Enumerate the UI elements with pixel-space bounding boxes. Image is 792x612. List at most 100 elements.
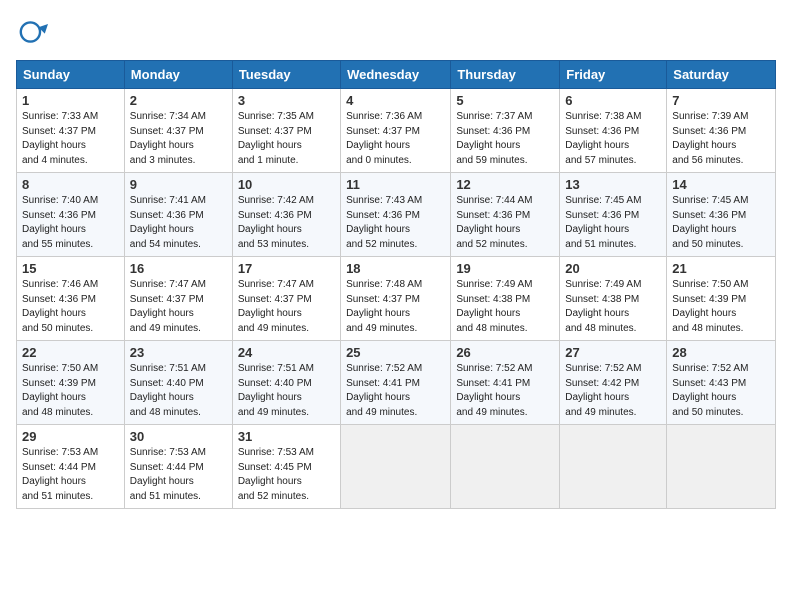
daylight-hours-value: and 49 minutes. bbox=[346, 323, 417, 334]
sunrise-info: Sunrise: 7:33 AM bbox=[22, 111, 98, 122]
calendar-cell bbox=[341, 425, 451, 509]
calendar-week-row: 1 Sunrise: 7:33 AM Sunset: 4:37 PM Daylight… bbox=[17, 89, 776, 173]
daylight-hours-label: Daylight hours bbox=[22, 392, 86, 403]
calendar-cell: 26Sunrise: 7:52 AMSunset: 4:41 PMDayligh… bbox=[451, 341, 560, 425]
calendar-cell bbox=[560, 425, 667, 509]
page-header bbox=[16, 16, 776, 48]
day-info: Sunrise: 7:49 AMSunset: 4:38 PMDaylight … bbox=[565, 278, 661, 336]
day-number: 5 bbox=[456, 93, 554, 108]
calendar-cell: 12Sunrise: 7:44 AMSunset: 4:36 PMDayligh… bbox=[451, 173, 560, 257]
daylight-hours-label: Daylight hours bbox=[672, 392, 736, 403]
day-number: 8 bbox=[22, 177, 119, 192]
calendar-cell: 27Sunrise: 7:52 AMSunset: 4:42 PMDayligh… bbox=[560, 341, 667, 425]
calendar-week-row: 22Sunrise: 7:50 AMSunset: 4:39 PMDayligh… bbox=[17, 341, 776, 425]
daylight-hours-value: and 51 minutes. bbox=[22, 491, 93, 502]
sunrise-info: Sunrise: 7:53 AM bbox=[238, 447, 314, 458]
day-number: 13 bbox=[565, 177, 661, 192]
day-info: Sunrise: 7:47 AMSunset: 4:37 PMDaylight … bbox=[238, 278, 335, 336]
day-info: Sunrise: 7:49 AMSunset: 4:38 PMDaylight … bbox=[456, 278, 554, 336]
day-of-week-header: Saturday bbox=[667, 61, 776, 89]
sunset-info: Sunset: 4:45 PM bbox=[238, 462, 312, 473]
sunrise-info: Sunrise: 7:46 AM bbox=[22, 279, 98, 290]
sunset-info: Sunset: 4:36 PM bbox=[238, 210, 312, 221]
day-of-week-header: Monday bbox=[124, 61, 232, 89]
logo-icon bbox=[16, 16, 48, 48]
daylight-hours-value: and 48 minutes. bbox=[22, 407, 93, 418]
sunset-info: Sunset: 4:41 PM bbox=[456, 378, 530, 389]
daylight-hours-value: and 4 minutes. bbox=[22, 155, 88, 166]
daylight-hours-value: and 56 minutes. bbox=[672, 155, 743, 166]
sunset-info: Sunset: 4:37 PM bbox=[238, 126, 312, 137]
daylight-hours-label: Daylight hours bbox=[346, 392, 410, 403]
day-number: 30 bbox=[130, 429, 227, 444]
daylight-hours-value: and 50 minutes. bbox=[22, 323, 93, 334]
calendar-cell: 28Sunrise: 7:52 AMSunset: 4:43 PMDayligh… bbox=[667, 341, 776, 425]
calendar-week-row: 8 Sunrise: 7:40 AM Sunset: 4:36 PM Daylight… bbox=[17, 173, 776, 257]
logo bbox=[16, 16, 52, 48]
daylight-hours-value: and 49 minutes. bbox=[238, 323, 309, 334]
calendar-cell: 5Sunrise: 7:37 AMSunset: 4:36 PMDaylight… bbox=[451, 89, 560, 173]
daylight-hours-label: Daylight hours bbox=[346, 308, 410, 319]
day-info: Sunrise: 7:53 AM Sunset: 4:45 PM Daylight … bbox=[238, 446, 335, 504]
daylight-hours-label: Daylight hours bbox=[130, 224, 194, 235]
daylight-hours-label: Daylight hours bbox=[238, 476, 302, 487]
sunset-info: Sunset: 4:37 PM bbox=[346, 126, 420, 137]
day-info: Sunrise: 7:36 AMSunset: 4:37 PMDaylight … bbox=[346, 110, 445, 168]
day-number: 1 bbox=[22, 93, 119, 108]
sunrise-info: Sunrise: 7:53 AM bbox=[130, 447, 206, 458]
daylight-hours-value: and 55 minutes. bbox=[22, 239, 93, 250]
sunrise-info: Sunrise: 7:50 AM bbox=[672, 279, 748, 290]
sunset-info: Sunset: 4:36 PM bbox=[22, 210, 96, 221]
daylight-hours-label: Daylight hours bbox=[456, 140, 520, 151]
daylight-hours-value: and 1 minute. bbox=[238, 155, 299, 166]
day-info: Sunrise: 7:53 AMSunset: 4:44 PMDaylight … bbox=[130, 446, 227, 504]
daylight-hours-value: and 54 minutes. bbox=[130, 239, 201, 250]
sunset-info: Sunset: 4:37 PM bbox=[238, 294, 312, 305]
day-number: 9 bbox=[130, 177, 227, 192]
day-number: 24 bbox=[238, 345, 335, 360]
day-info: Sunrise: 7:53 AMSunset: 4:44 PMDaylight … bbox=[22, 446, 119, 504]
day-number: 12 bbox=[456, 177, 554, 192]
calendar-cell: 1Sunrise: 7:33 AMSunset: 4:37 PMDaylight… bbox=[17, 89, 125, 173]
calendar-cell: 19Sunrise: 7:49 AMSunset: 4:38 PMDayligh… bbox=[451, 257, 560, 341]
day-info: Sunrise: 7:46 AMSunset: 4:36 PMDaylight … bbox=[22, 278, 119, 336]
day-of-week-header: Friday bbox=[560, 61, 667, 89]
calendar-cell: 13Sunrise: 7:45 AMSunset: 4:36 PMDayligh… bbox=[560, 173, 667, 257]
calendar-cell: 2Sunrise: 7:34 AMSunset: 4:37 PMDaylight… bbox=[124, 89, 232, 173]
day-info: Sunrise: 7:52 AMSunset: 4:42 PMDaylight … bbox=[565, 362, 661, 420]
day-info: Sunrise: 7:41 AMSunset: 4:36 PMDaylight … bbox=[130, 194, 227, 252]
sunrise-info: Sunrise: 7:40 AM bbox=[22, 195, 98, 206]
daylight-hours-value: and 3 minutes. bbox=[130, 155, 196, 166]
daylight-hours-label: Daylight hours bbox=[672, 140, 736, 151]
sunset-info: Sunset: 4:39 PM bbox=[672, 294, 746, 305]
daylight-hours-value: and 50 minutes. bbox=[672, 239, 743, 250]
daylight-hours-label: Daylight hours bbox=[22, 224, 86, 235]
sunset-info: Sunset: 4:36 PM bbox=[565, 210, 639, 221]
daylight-hours-label: Daylight hours bbox=[565, 308, 629, 319]
calendar-cell: 21Sunrise: 7:50 AMSunset: 4:39 PMDayligh… bbox=[667, 257, 776, 341]
sunrise-info: Sunrise: 7:52 AM bbox=[565, 363, 641, 374]
day-info: Sunrise: 7:38 AMSunset: 4:36 PMDaylight … bbox=[565, 110, 661, 168]
sunset-info: Sunset: 4:39 PM bbox=[22, 378, 96, 389]
daylight-hours-label: Daylight hours bbox=[22, 476, 86, 487]
sunset-info: Sunset: 4:38 PM bbox=[456, 294, 530, 305]
sunset-info: Sunset: 4:38 PM bbox=[565, 294, 639, 305]
day-info: Sunrise: 7:47 AMSunset: 4:37 PMDaylight … bbox=[130, 278, 227, 336]
day-info: Sunrise: 7:39 AMSunset: 4:36 PMDaylight … bbox=[672, 110, 770, 168]
calendar-table: SundayMondayTuesdayWednesdayThursdayFrid… bbox=[16, 60, 776, 509]
calendar-cell: 31Sunrise: 7:53 AMSunset: 4:45 PMDayligh… bbox=[232, 425, 340, 509]
daylight-hours-value: and 0 minutes. bbox=[346, 155, 412, 166]
day-info: Sunrise: 7:43 AMSunset: 4:36 PMDaylight … bbox=[346, 194, 445, 252]
day-info: Sunrise: 7:52 AMSunset: 4:41 PMDaylight … bbox=[456, 362, 554, 420]
sunrise-info: Sunrise: 7:48 AM bbox=[346, 279, 422, 290]
calendar-cell: 14Sunrise: 7:45 AMSunset: 4:36 PMDayligh… bbox=[667, 173, 776, 257]
daylight-hours-label: Daylight hours bbox=[238, 224, 302, 235]
day-number: 23 bbox=[130, 345, 227, 360]
day-info: Sunrise: 7:50 AMSunset: 4:39 PMDaylight … bbox=[22, 362, 119, 420]
day-number: 29 bbox=[22, 429, 119, 444]
daylight-hours-value: and 48 minutes. bbox=[130, 407, 201, 418]
sunset-info: Sunset: 4:36 PM bbox=[456, 210, 530, 221]
sunset-info: Sunset: 4:36 PM bbox=[565, 126, 639, 137]
day-number: 16 bbox=[130, 261, 227, 276]
day-info: Sunrise: 7:34 AMSunset: 4:37 PMDaylight … bbox=[130, 110, 227, 168]
